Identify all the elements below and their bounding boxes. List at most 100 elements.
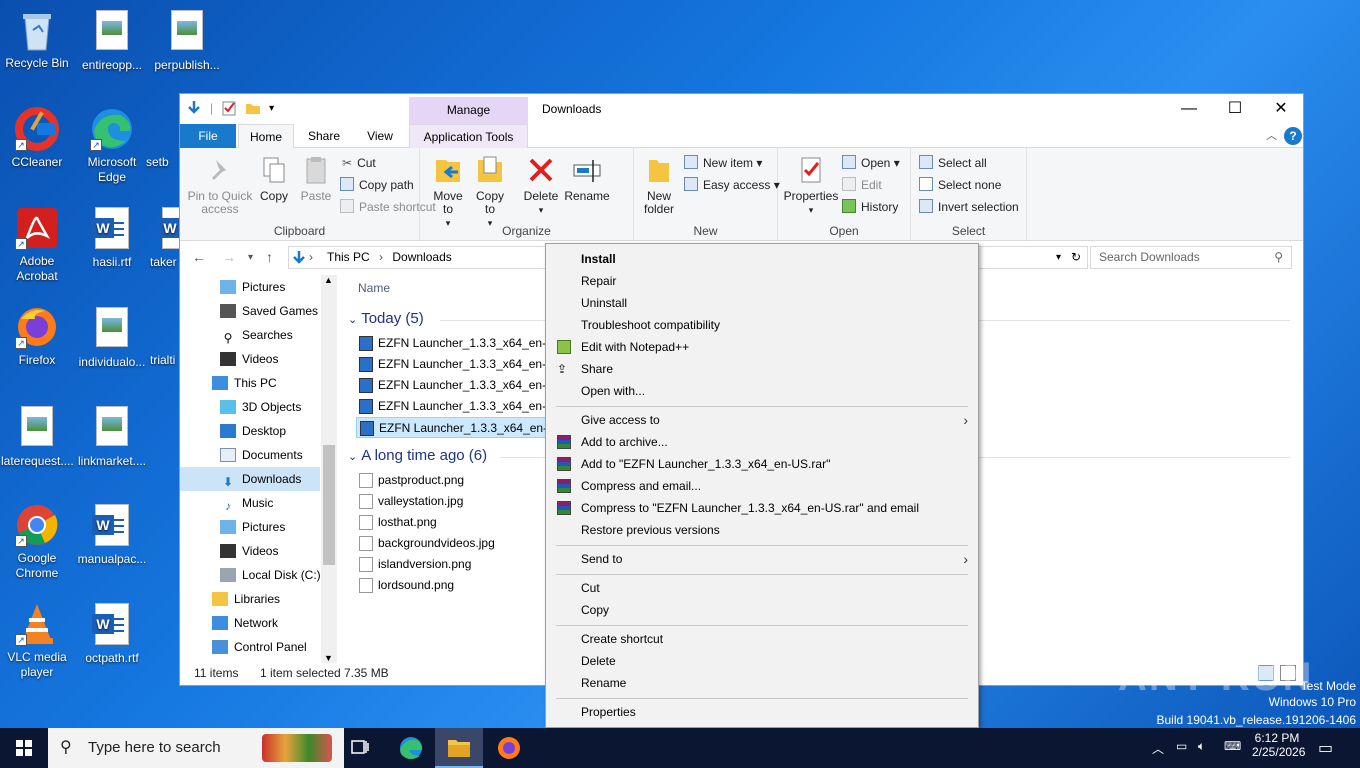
desktop-icon-edge[interactable]: ↗ Microsoft Edge <box>76 107 148 185</box>
file-row[interactable]: losthat.png <box>356 512 556 533</box>
up-arrow-icon[interactable]: ↑ <box>266 249 273 265</box>
nav-item-videos-2[interactable]: Videos <box>180 539 320 563</box>
desktop-icon-rtf[interactable]: W manualpac... <box>76 503 148 567</box>
desktop-icon-firefox[interactable]: ↗ Firefox <box>1 305 73 368</box>
forward-arrow-icon[interactable]: → <box>222 249 236 265</box>
nav-scrollbar[interactable]: ▲ ▼ <box>321 275 337 663</box>
nav-item-local-disk[interactable]: Local Disk (C:) <box>180 563 321 587</box>
group-header-today[interactable]: ⌄ Today (5) <box>348 310 424 327</box>
collapse-ribbon-icon[interactable]: ︿ <box>1266 127 1277 143</box>
menu-add-archive[interactable]: Add to archive... <box>548 431 976 453</box>
menu-delete[interactable]: Delete <box>548 650 976 672</box>
edit-button[interactable]: Edit <box>842 175 882 195</box>
notifications-icon[interactable]: ▭ <box>1318 738 1333 758</box>
nav-item-3d-objects[interactable]: 3D Objects <box>180 395 320 419</box>
desktop-icon-file[interactable]: perpublish... <box>151 8 223 73</box>
menu-restore-versions[interactable]: Restore previous versions <box>548 519 976 541</box>
desktop-icon-file[interactable]: entireopp... <box>76 8 148 73</box>
file-row-selected[interactable]: EZFN Launcher_1.3.3_x64_en-US <box>356 417 556 438</box>
network-icon[interactable]: ▭ <box>1176 739 1187 753</box>
tab-application-tools[interactable]: Application Tools <box>409 124 528 148</box>
pin-quick-access-button[interactable]: Pin to Quick access <box>186 154 254 216</box>
breadcrumb-this-pc[interactable]: This PC <box>327 250 370 264</box>
desktop-icon-vlc[interactable]: ↗ VLC media player <box>1 602 73 680</box>
maximize-button[interactable]: ☐ <box>1212 94 1258 124</box>
customize-qat-icon[interactable]: ▾ <box>269 103 274 114</box>
nav-item-saved-games[interactable]: Saved Games <box>180 299 320 323</box>
taskbar-file-explorer[interactable] <box>435 728 483 768</box>
file-row[interactable]: EZFN Launcher_1.3.3_x64_en-US <box>356 333 556 354</box>
desktop-icon-acrobat[interactable]: ↗ Adobe Acrobat <box>1 206 73 284</box>
menu-cut[interactable]: Cut <box>548 577 976 599</box>
nav-item-pictures-2[interactable]: Pictures <box>180 515 320 539</box>
file-row[interactable]: backgroundvideos.jpg <box>356 533 556 554</box>
nav-item-libraries[interactable]: Libraries <box>180 587 320 611</box>
new-item-button[interactable]: New item ▾ <box>684 153 762 173</box>
task-view-button[interactable] <box>336 728 384 768</box>
desktop-icon-rtf[interactable]: W octpath.rtf <box>76 602 148 666</box>
manage-context-tab[interactable]: Manage <box>409 97 528 124</box>
taskbar-firefox[interactable] <box>485 728 533 768</box>
show-hidden-icons[interactable]: ︿ <box>1152 740 1164 757</box>
taskbar-edge[interactable] <box>387 728 435 768</box>
properties-check-icon[interactable] <box>221 100 237 116</box>
start-button[interactable] <box>0 728 48 768</box>
taskbar-search-input[interactable]: ⚲ Type here to search <box>48 728 344 768</box>
nav-item-music[interactable]: ♪ Music <box>180 491 320 515</box>
keyboard-icon[interactable]: ⌨︎ <box>1224 739 1241 753</box>
scroll-up-icon[interactable]: ▲ <box>324 275 333 285</box>
nav-item-network[interactable]: Network <box>180 611 320 635</box>
desktop-icon-partial[interactable]: W taker <box>150 206 196 270</box>
copy-to-button[interactable]: Copy to ▾ <box>472 154 508 230</box>
menu-compress-email[interactable]: Compress and email... <box>548 475 976 497</box>
menu-edit-notepad[interactable]: Edit with Notepad++ <box>548 336 976 358</box>
file-row[interactable]: pastproduct.png <box>356 470 556 491</box>
open-button[interactable]: Open ▾ <box>842 153 900 173</box>
nav-item-videos[interactable]: Videos <box>180 347 320 371</box>
move-to-button[interactable]: Move to ▾ <box>430 154 466 230</box>
menu-give-access[interactable]: Give access to › <box>548 409 976 431</box>
desktop-icon-rtf[interactable]: W hasii.rtf <box>76 206 148 270</box>
close-button[interactable]: ✕ <box>1258 94 1304 124</box>
desktop-icon-partial[interactable]: trialti <box>150 305 180 368</box>
file-row[interactable]: EZFN Launcher_1.3.3_x64_en-US <box>356 396 556 417</box>
tab-file[interactable]: File <box>180 124 236 148</box>
nav-item-control-panel[interactable]: Control Panel <box>180 635 320 659</box>
recent-locations-icon[interactable]: ▾ <box>248 252 253 263</box>
nav-item-this-pc[interactable]: This PC <box>180 371 320 395</box>
new-folder-icon[interactable] <box>245 100 261 116</box>
desktop-icon-recycle-bin[interactable]: Recycle Bin <box>1 8 73 71</box>
tab-home[interactable]: Home <box>238 124 294 148</box>
select-none-button[interactable]: Select none <box>919 175 1001 195</box>
desktop-icon-file[interactable]: individualo... <box>76 305 148 370</box>
desktop-icon-ccleaner[interactable]: ↗ CCleaner <box>1 107 73 170</box>
file-row[interactable]: EZFN Launcher_1.3.3_x64_en-US <box>356 375 556 396</box>
history-button[interactable]: History <box>842 197 898 217</box>
paste-button[interactable]: Paste <box>296 154 336 203</box>
scroll-thumb[interactable] <box>323 445 335 565</box>
nav-item-pictures[interactable]: Pictures <box>180 275 320 299</box>
desktop-icon-file[interactable]: linkmarket.... <box>76 404 148 469</box>
help-icon[interactable]: ? <box>1284 127 1302 145</box>
refresh-icon[interactable]: ↻ <box>1071 247 1081 268</box>
search-input[interactable]: Search Downloads ⚲ <box>1090 246 1292 269</box>
clock[interactable]: 6:12 PM 2/25/2026 <box>1252 731 1305 759</box>
menu-troubleshoot[interactable]: Troubleshoot compatibility <box>548 314 976 336</box>
menu-send-to[interactable]: Send to › <box>548 548 976 570</box>
menu-add-rar[interactable]: Add to "EZFN Launcher_1.3.3_x64_en-US.ra… <box>548 453 976 475</box>
copy-path-button[interactable]: Copy path <box>340 175 414 195</box>
properties-button[interactable]: Properties ▾ <box>782 154 840 217</box>
desktop-icon-partial[interactable]: setb <box>146 107 176 170</box>
minimize-button[interactable]: — <box>1166 94 1212 124</box>
address-dropdown-icon[interactable]: ▾ <box>1056 247 1061 268</box>
menu-properties[interactable]: Properties <box>548 701 976 723</box>
rename-button[interactable]: Rename <box>562 154 612 203</box>
menu-open-with[interactable]: Open with... <box>548 380 976 402</box>
group-header-long-ago[interactable]: ⌄ A long time ago (6) <box>348 447 487 464</box>
cut-button[interactable]: ✂ Cut <box>342 153 376 173</box>
menu-uninstall[interactable]: Uninstall <box>548 292 976 314</box>
select-all-button[interactable]: Select all <box>919 153 987 173</box>
column-header-name[interactable]: Name <box>358 281 390 295</box>
menu-copy[interactable]: Copy <box>548 599 976 621</box>
menu-repair[interactable]: Repair <box>548 270 976 292</box>
